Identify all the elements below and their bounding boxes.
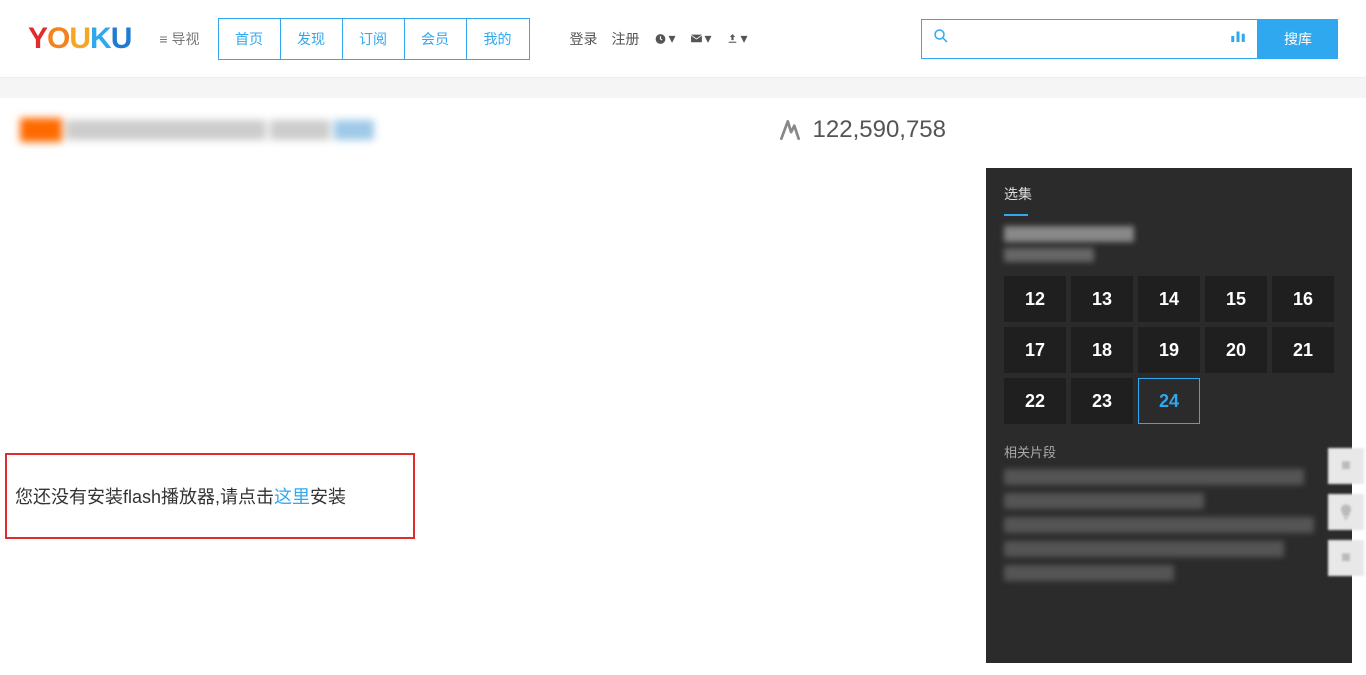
related-list-blurred	[986, 469, 1352, 581]
upload-icon[interactable]: ▾	[726, 28, 748, 50]
episode-21[interactable]: 21	[1272, 327, 1334, 373]
rail-icon-3[interactable]: ■	[1328, 540, 1364, 576]
episode-13[interactable]: 13	[1071, 276, 1133, 322]
search-wrap: 搜库	[921, 19, 1338, 59]
episode-grid: 1213141516 1718192021 222324	[986, 276, 1352, 424]
flash-text-suffix: 安装	[310, 483, 346, 509]
episode-23[interactable]: 23	[1071, 378, 1133, 424]
episode-12[interactable]: 12	[1004, 276, 1066, 322]
episode-20[interactable]: 20	[1205, 327, 1267, 373]
flash-text-prefix: 您还没有安装flash播放器,请点击	[15, 483, 274, 509]
menu-icon: ≡	[159, 31, 167, 47]
main-content: 122,590,758 您还没有安装flash播放器,请点击 这里 安装 » 选…	[0, 98, 1366, 675]
tab-member[interactable]: 会员	[405, 19, 467, 59]
episode-24[interactable]: 24	[1138, 378, 1200, 424]
chart-icon[interactable]	[1229, 27, 1247, 50]
related-title: 相关片段	[986, 424, 1352, 469]
flash-install-notice: 您还没有安装flash播放器,请点击 这里 安装	[5, 453, 415, 539]
episode-18[interactable]: 18	[1071, 327, 1133, 373]
tab-home[interactable]: 首页	[219, 19, 281, 59]
right-rail: ■ ■	[1328, 448, 1364, 576]
mail-icon[interactable]: ▾	[690, 28, 712, 50]
nav-toggle-label: 导视	[172, 29, 200, 49]
play-count: 122,590,758	[777, 116, 946, 144]
video-title-bar: 122,590,758	[0, 98, 1366, 144]
play-count-icon	[777, 117, 803, 143]
episode-header: 选集	[986, 168, 1352, 226]
register-link[interactable]: 注册	[612, 29, 640, 49]
search-box[interactable]	[921, 19, 1258, 59]
video-title-blurred	[20, 118, 374, 142]
episode-19[interactable]: 19	[1138, 327, 1200, 373]
search-button[interactable]: 搜库	[1258, 19, 1338, 59]
tab-discover[interactable]: 发现	[281, 19, 343, 59]
youku-logo[interactable]: YOUKU	[28, 22, 131, 56]
header-actions: 登录 注册 ▾ ▾ ▾	[570, 28, 748, 50]
search-icon	[932, 27, 950, 50]
nav-tabs: 首页 发现 订阅 会员 我的	[218, 18, 530, 60]
search-input[interactable]	[958, 31, 1229, 47]
header: YOUKU ≡ 导视 首页 发现 订阅 会员 我的 登录 注册 ▾ ▾ ▾	[0, 0, 1366, 78]
episode-panel: » 选集 12131415161718192021222324 相关片段	[986, 168, 1352, 663]
episode-17[interactable]: 17	[1004, 327, 1066, 373]
episode-16[interactable]: 16	[1272, 276, 1334, 322]
flash-install-link[interactable]: 这里	[274, 483, 310, 509]
rail-icon-1[interactable]: ■	[1328, 448, 1364, 484]
rail-icon-bulb[interactable]	[1328, 494, 1364, 530]
login-link[interactable]: 登录	[570, 29, 598, 49]
tab-subscribe[interactable]: 订阅	[343, 19, 405, 59]
episode-15[interactable]: 15	[1205, 276, 1267, 322]
episode-title: 选集	[1004, 186, 1032, 202]
history-icon[interactable]: ▾	[654, 28, 676, 50]
episode-subtitle-blurred	[986, 226, 1352, 276]
nav-toggle[interactable]: ≡ 导视	[159, 29, 199, 49]
episode-14[interactable]: 14	[1138, 276, 1200, 322]
play-count-value: 122,590,758	[813, 116, 946, 144]
tab-mine[interactable]: 我的	[467, 19, 529, 59]
episode-22[interactable]: 22	[1004, 378, 1066, 424]
